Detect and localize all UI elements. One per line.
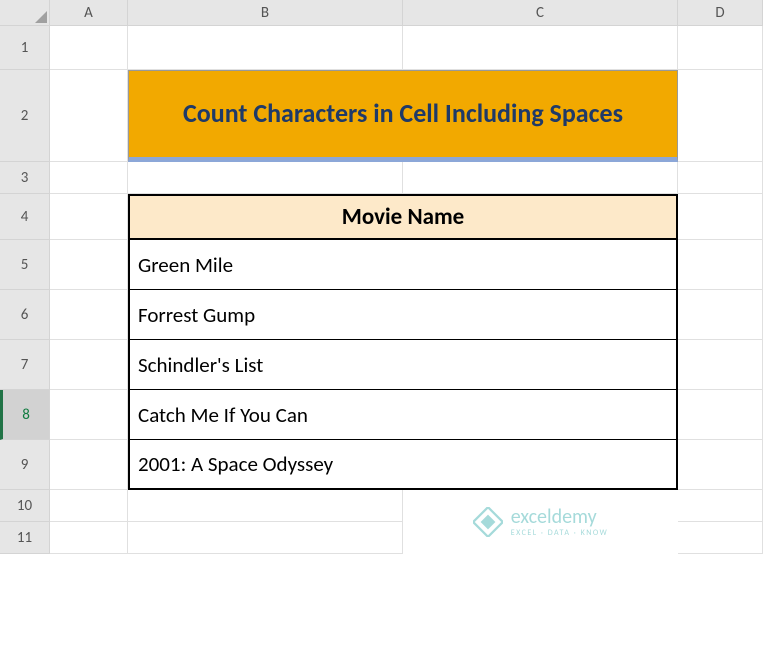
cell-d9[interactable] (678, 440, 763, 490)
cell-b3[interactable] (128, 162, 403, 194)
cell-c1[interactable] (403, 26, 678, 70)
row-header-6[interactable]: 6 (0, 290, 50, 340)
cell-d2[interactable] (678, 70, 763, 162)
cell-c3[interactable] (403, 162, 678, 194)
cell-a11[interactable] (50, 522, 128, 554)
col-header-a[interactable]: A (50, 0, 128, 26)
cell-d11[interactable] (678, 522, 763, 554)
cell-a5[interactable] (50, 240, 128, 290)
cell-d1[interactable] (678, 26, 763, 70)
row-header-9[interactable]: 9 (0, 440, 50, 490)
row-header-8[interactable]: 8 (0, 390, 50, 440)
cell-a1[interactable] (50, 26, 128, 70)
cell-a3[interactable] (50, 162, 128, 194)
cell-a9[interactable] (50, 440, 128, 490)
watermark: exceldemy EXCEL · DATA · KNOW (403, 490, 678, 554)
cell-a10[interactable] (50, 490, 128, 522)
table-row[interactable]: Forrest Gump (128, 290, 678, 340)
cell-d8[interactable] (678, 390, 763, 440)
col-header-d[interactable]: D (678, 0, 763, 26)
row-header-3[interactable]: 3 (0, 162, 50, 194)
cell-d5[interactable] (678, 240, 763, 290)
cell-d6[interactable] (678, 290, 763, 340)
cell-d4[interactable] (678, 194, 763, 240)
col-header-c[interactable]: C (403, 0, 678, 26)
table-row[interactable]: Schindler's List (128, 340, 678, 390)
spreadsheet-grid: A B C D 1 2 Count Characters in Cell Inc… (0, 0, 767, 554)
cell-a7[interactable] (50, 340, 128, 390)
exceldemy-logo-icon (473, 507, 503, 537)
cell-a6[interactable] (50, 290, 128, 340)
select-all-corner[interactable] (0, 0, 50, 26)
table-row[interactable]: Catch Me If You Can (128, 390, 678, 440)
cell-b1[interactable] (128, 26, 403, 70)
table-row[interactable]: Green Mile (128, 240, 678, 290)
cell-b10[interactable] (128, 490, 403, 522)
title-merged-cell[interactable]: Count Characters in Cell Including Space… (128, 70, 678, 162)
row-header-11[interactable]: 11 (0, 522, 50, 554)
row-header-7[interactable]: 7 (0, 340, 50, 390)
row-header-1[interactable]: 1 (0, 26, 50, 70)
row-header-10[interactable]: 10 (0, 490, 50, 522)
cell-a4[interactable] (50, 194, 128, 240)
table-header-cell[interactable]: Movie Name (128, 194, 678, 240)
col-header-b[interactable]: B (128, 0, 403, 26)
row-header-4[interactable]: 4 (0, 194, 50, 240)
cell-d3[interactable] (678, 162, 763, 194)
watermark-brand: exceldemy (511, 507, 609, 527)
cell-d10[interactable] (678, 490, 763, 522)
row-header-2[interactable]: 2 (0, 70, 50, 162)
cell-d7[interactable] (678, 340, 763, 390)
table-row[interactable]: 2001: A Space Odyssey (128, 440, 678, 490)
watermark-tagline: EXCEL · DATA · KNOW (511, 529, 609, 537)
cell-a2[interactable] (50, 70, 128, 162)
cell-a8[interactable] (50, 390, 128, 440)
row-header-5[interactable]: 5 (0, 240, 50, 290)
cell-b11[interactable] (128, 522, 403, 554)
